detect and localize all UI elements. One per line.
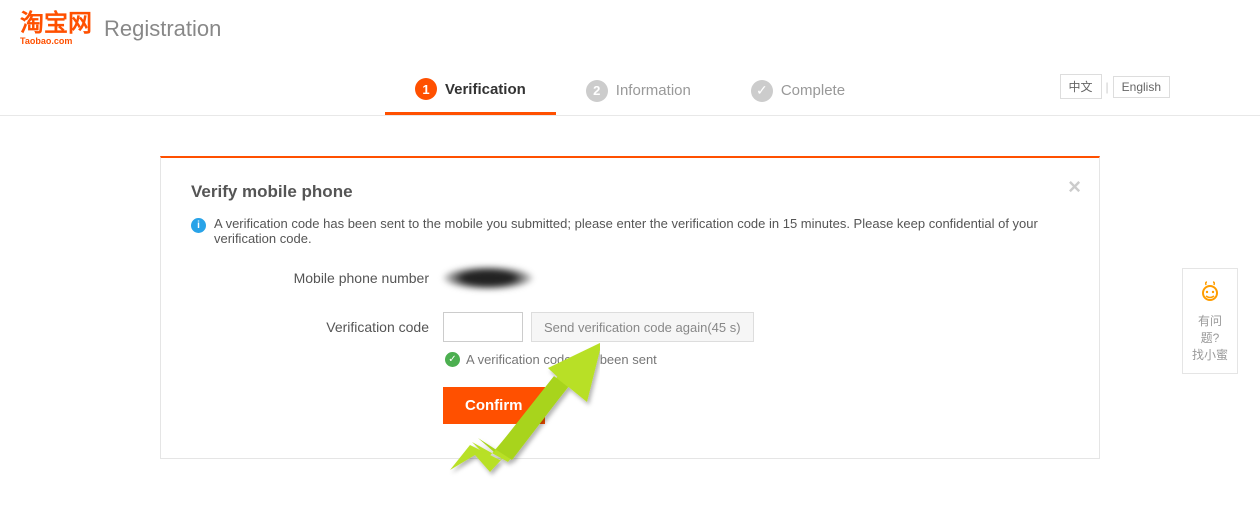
taobao-logo[interactable]: 淘宝网 Taobao.com xyxy=(20,12,92,46)
step-information: 2 Information xyxy=(556,66,721,115)
lang-separator: | xyxy=(1106,80,1109,94)
help-text-2: 找小蜜 xyxy=(1189,347,1231,364)
notice-text: A verification code has been sent to the… xyxy=(214,216,1069,246)
resend-code-button[interactable]: Send verification code again(45 s) xyxy=(531,312,754,342)
step-num-1: 1 xyxy=(415,78,437,100)
confirm-button[interactable]: Confirm xyxy=(443,387,545,424)
step-label-2: Information xyxy=(616,82,691,99)
success-check-icon: ✓ xyxy=(445,352,460,367)
verification-code-input[interactable] xyxy=(443,312,523,342)
code-sent-text: A verification code has been sent xyxy=(466,352,657,367)
step-num-2: 2 xyxy=(586,80,608,102)
step-label-1: Verification xyxy=(445,81,526,98)
close-icon[interactable]: × xyxy=(1068,176,1081,198)
step-complete: ✓ Complete xyxy=(721,66,875,115)
notice: i A verification code has been sent to t… xyxy=(191,216,1069,246)
panel-title: Verify mobile phone xyxy=(191,182,1069,202)
help-text-1: 有问题? xyxy=(1189,313,1231,347)
verify-panel: × Verify mobile phone i A verification c… xyxy=(160,156,1100,459)
lang-en-button[interactable]: English xyxy=(1113,76,1170,98)
bee-icon xyxy=(1189,279,1231,307)
lang-cn-button[interactable]: 中文 xyxy=(1060,74,1102,99)
label-phone: Mobile phone number xyxy=(191,270,443,286)
code-sent-message: ✓ A verification code has been sent xyxy=(445,352,1069,367)
page-title: Registration xyxy=(104,16,221,42)
step-verification: 1 Verification xyxy=(385,66,556,115)
logo-en: Taobao.com xyxy=(20,36,92,46)
help-widget[interactable]: 有问题? 找小蜜 xyxy=(1182,268,1238,374)
check-icon: ✓ xyxy=(751,80,773,102)
info-icon: i xyxy=(191,218,206,233)
label-code: Verification code xyxy=(191,319,443,335)
logo-cn: 淘宝网 xyxy=(20,12,92,36)
phone-number-redacted xyxy=(443,266,533,290)
step-label-3: Complete xyxy=(781,82,845,99)
